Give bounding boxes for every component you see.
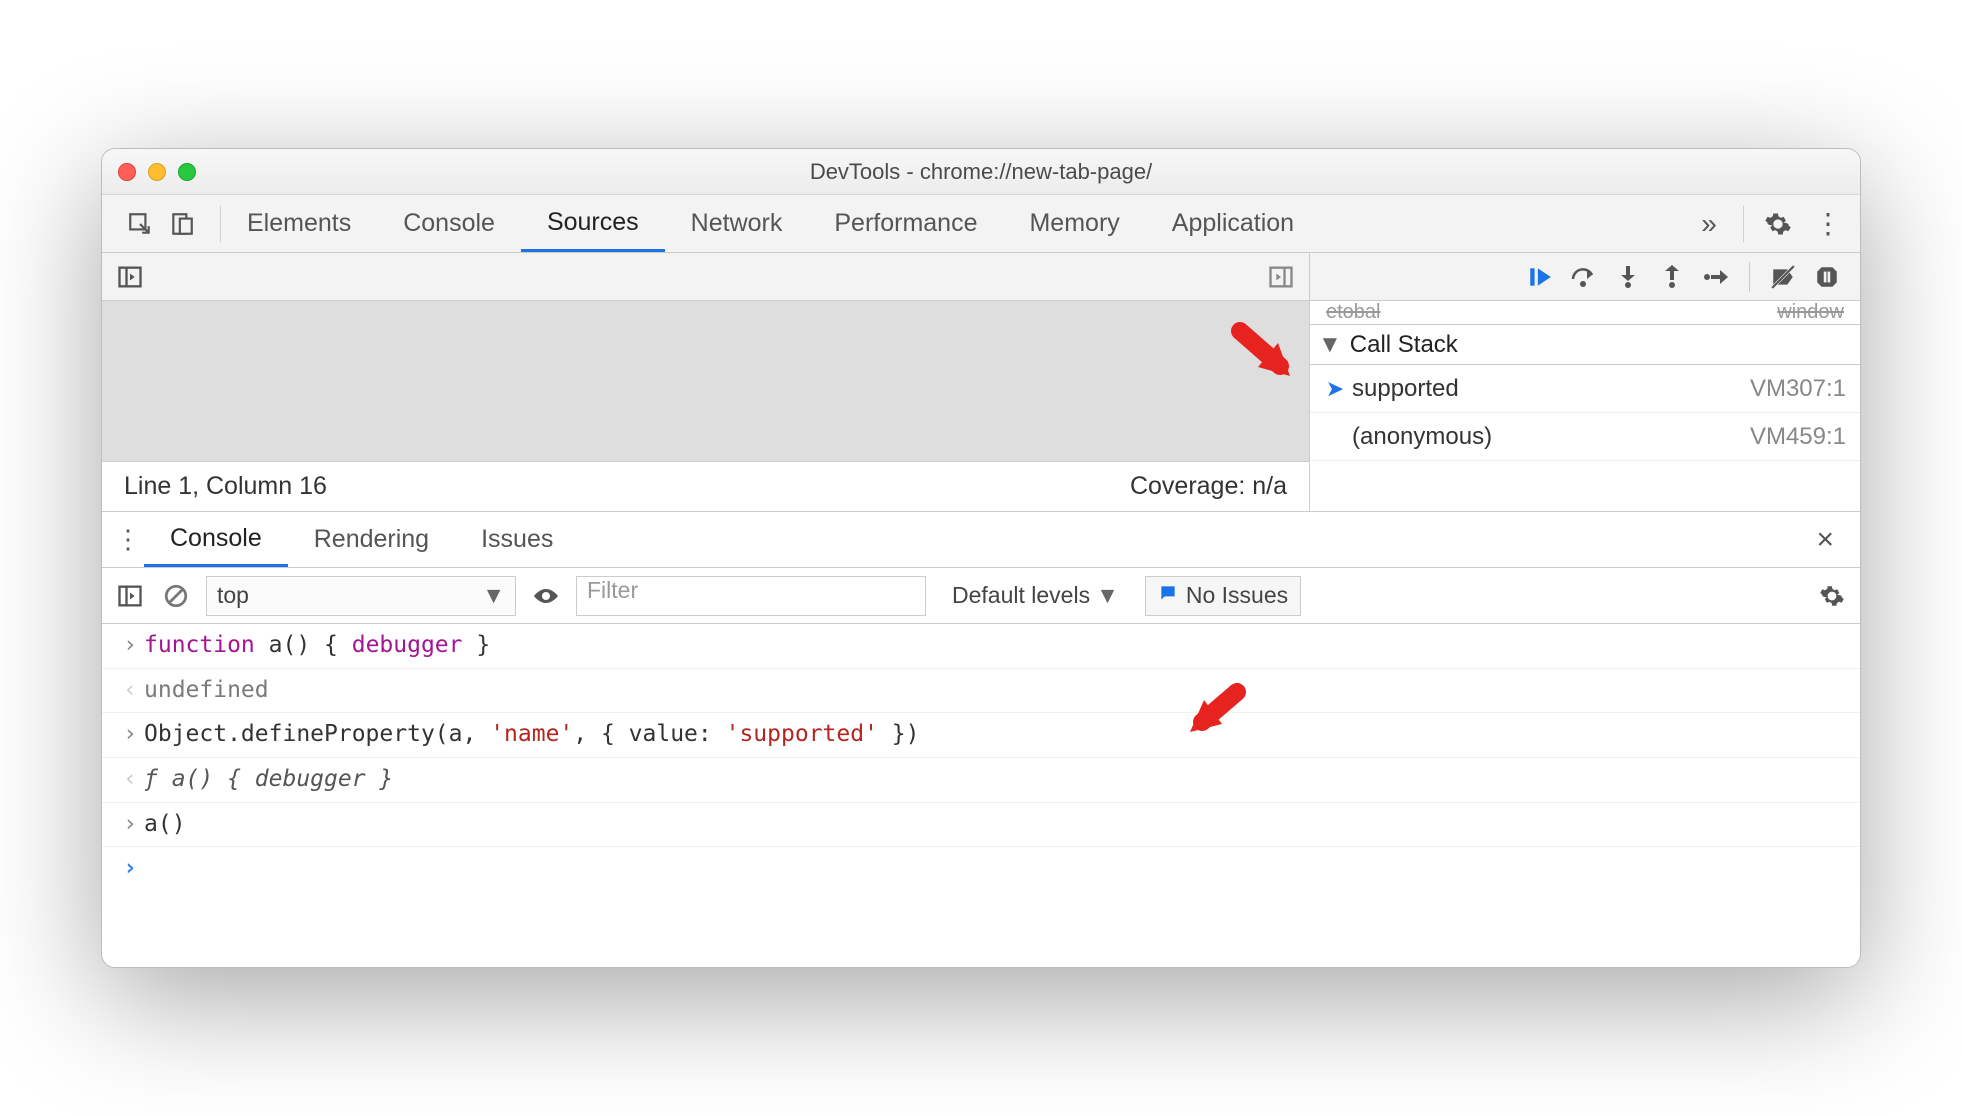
step-into-icon[interactable] [1613, 262, 1643, 292]
console-code: function a() { debugger } [144, 628, 490, 664]
execution-context-value: top [217, 582, 249, 609]
issues-button[interactable]: No Issues [1145, 576, 1301, 616]
more-tabs-icon[interactable]: » [1693, 208, 1725, 240]
source-status-bar: Line 1, Column 16 Coverage: n/a [102, 461, 1309, 511]
titlebar: DevTools - chrome://new-tab-page/ [102, 149, 1860, 195]
return-caret-icon: ‹ [116, 673, 144, 709]
call-stack-header-label: Call Stack [1350, 331, 1458, 359]
coverage-status: Coverage: n/a [1130, 472, 1287, 501]
frame-location: VM459:1 [1750, 423, 1846, 451]
tab-memory[interactable]: Memory [1003, 195, 1145, 252]
disclosure-triangle-icon: ▼ [1318, 331, 1342, 359]
navigator-toggle-icon[interactable] [114, 261, 146, 293]
sources-toolbar [102, 253, 1309, 301]
device-toggle-icon[interactable] [166, 208, 198, 240]
log-levels-label: Default levels [952, 582, 1090, 609]
filter-placeholder: Filter [587, 577, 638, 603]
console-filter-input[interactable]: Filter [576, 576, 926, 616]
drawer-tab-rendering[interactable]: Rendering [288, 512, 455, 567]
partial-scope-row: etobal window [1310, 301, 1860, 325]
console-settings-gear-icon[interactable] [1816, 580, 1848, 612]
debugger-sidebar: etobal window ▼ Call Stack ➤ supported V… [1310, 253, 1860, 511]
debugger-toggle-icon[interactable] [1265, 261, 1297, 293]
drawer-tab-issues[interactable]: Issues [455, 512, 579, 567]
pause-exceptions-icon[interactable] [1812, 262, 1842, 292]
log-levels-select[interactable]: Default levels ▼ [940, 582, 1131, 609]
call-stack-header[interactable]: ▼ Call Stack [1310, 325, 1860, 365]
call-stack-frame-supported[interactable]: ➤ supported VM307:1 [1310, 365, 1860, 413]
console-return: ƒ a() { debugger } [144, 762, 393, 798]
step-icon[interactable] [1701, 262, 1731, 292]
source-editor-area[interactable] [102, 301, 1309, 461]
console-code: Object.defineProperty(a, 'name', { value… [144, 717, 919, 753]
deactivate-breakpoints-icon[interactable] [1768, 262, 1798, 292]
scope-right-fragment: window [1777, 301, 1844, 324]
console-output: › function a() { debugger } ‹ undefined … [102, 624, 1860, 967]
call-stack-frame-anonymous[interactable]: (anonymous) VM459:1 [1310, 413, 1860, 461]
issues-label: No Issues [1186, 582, 1288, 609]
drawer-tab-rendering-label: Rendering [314, 525, 429, 554]
drawer-tab-strip: ⋮ Console Rendering Issues × [102, 512, 1860, 568]
inspect-element-icon[interactable] [124, 208, 156, 240]
return-caret-icon: ‹ [116, 762, 144, 798]
current-frame-arrow-icon: ➤ [1324, 376, 1346, 402]
tab-console[interactable]: Console [377, 195, 521, 252]
console-row: › a() [102, 803, 1860, 848]
input-caret-icon: › [116, 628, 144, 664]
drawer-kebab-icon[interactable]: ⋮ [112, 524, 144, 556]
console-prompt-row[interactable]: › [102, 847, 1860, 967]
tab-performance-label: Performance [834, 209, 977, 238]
console-row: › Object.defineProperty(a, 'name', { val… [102, 713, 1860, 758]
sources-panel: Line 1, Column 16 Coverage: n/a [102, 253, 1860, 512]
tab-network-label: Network [691, 209, 783, 238]
drawer-close-icon[interactable]: × [1800, 523, 1850, 557]
step-out-icon[interactable] [1657, 262, 1687, 292]
tab-network[interactable]: Network [665, 195, 809, 252]
kebab-menu-icon[interactable]: ⋮ [1812, 208, 1844, 240]
console-row: ‹ undefined [102, 669, 1860, 714]
tab-console-label: Console [403, 209, 495, 238]
scope-left-fragment: etobal [1326, 301, 1381, 324]
console-return: undefined [144, 673, 269, 709]
settings-gear-icon[interactable] [1762, 208, 1794, 240]
console-toolbar: top ▼ Filter Default levels ▼ No Issues [102, 568, 1860, 624]
tab-performance[interactable]: Performance [808, 195, 1003, 252]
console-row: ‹ ƒ a() { debugger } [102, 758, 1860, 803]
input-caret-icon: › [116, 717, 144, 753]
input-caret-icon: › [116, 807, 144, 843]
tab-memory-label: Memory [1029, 209, 1119, 238]
step-over-icon[interactable] [1569, 262, 1599, 292]
drawer-tab-console-label: Console [170, 524, 262, 553]
console-sidebar-toggle-icon[interactable] [114, 580, 146, 612]
chevron-down-icon: ▼ [482, 582, 505, 609]
tab-elements[interactable]: Elements [221, 195, 377, 252]
prompt-caret-icon: › [116, 851, 144, 887]
chevron-down-icon: ▼ [1096, 582, 1119, 609]
window-title: DevTools - chrome://new-tab-page/ [102, 159, 1860, 185]
frame-location: VM307:1 [1750, 375, 1846, 403]
drawer-tab-console[interactable]: Console [144, 512, 288, 567]
tab-application-label: Application [1172, 209, 1294, 238]
console-row: › function a() { debugger } [102, 624, 1860, 669]
execution-context-select[interactable]: top ▼ [206, 576, 516, 616]
tab-sources-label: Sources [547, 208, 639, 237]
drawer-tab-issues-label: Issues [481, 525, 553, 554]
console-code: a() [144, 807, 186, 843]
resume-icon[interactable] [1525, 262, 1555, 292]
main-tab-strip: Elements Console Sources Network Perform… [102, 195, 1860, 253]
frame-name: supported [1352, 375, 1459, 403]
chat-icon [1158, 582, 1178, 609]
frame-name: (anonymous) [1352, 423, 1492, 451]
clear-console-icon[interactable] [160, 580, 192, 612]
tab-sources[interactable]: Sources [521, 195, 665, 252]
live-expression-icon[interactable] [530, 580, 562, 612]
tab-application[interactable]: Application [1146, 195, 1320, 252]
cursor-position: Line 1, Column 16 [124, 472, 327, 501]
debugger-toolbar [1310, 253, 1860, 301]
devtools-window: DevTools - chrome://new-tab-page/ Elemen… [101, 148, 1861, 968]
tab-elements-label: Elements [247, 209, 351, 238]
